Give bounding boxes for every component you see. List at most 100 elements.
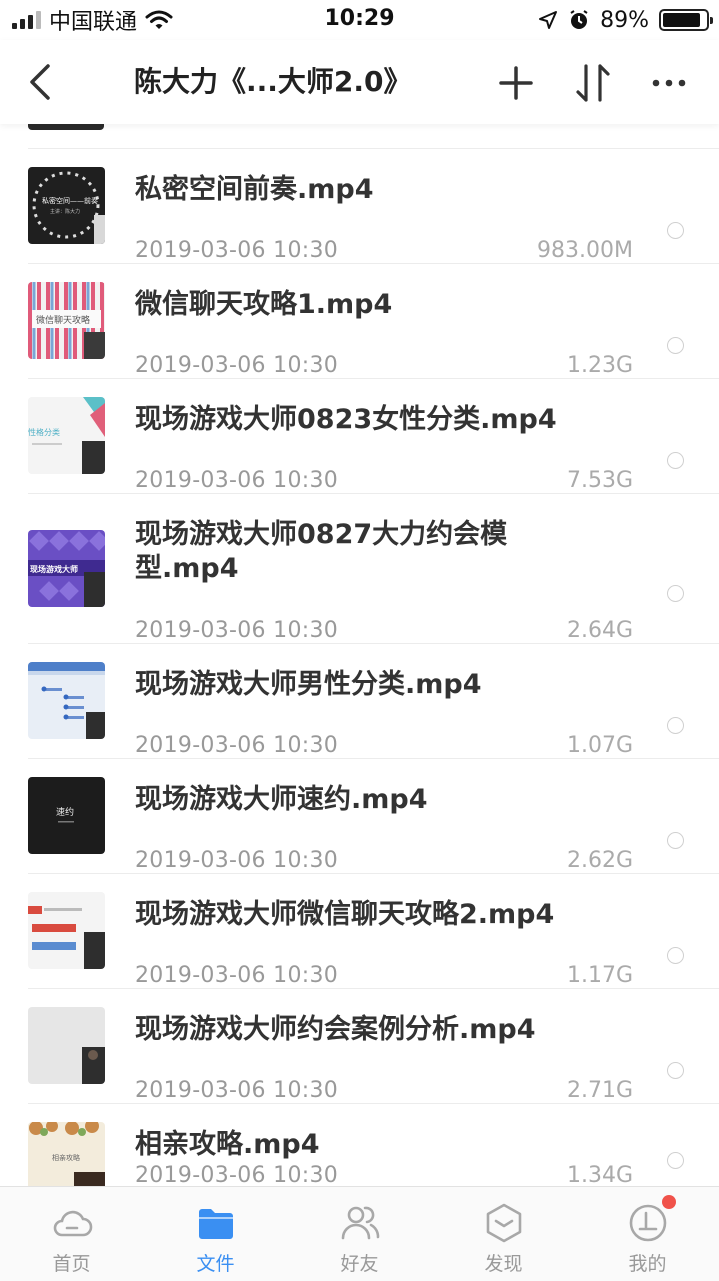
file-size: 983.00M — [537, 238, 633, 263]
battery-fill — [663, 13, 700, 27]
file-name: 微信聊天攻略1.mp4 — [135, 289, 393, 320]
thumbnail-art: 现场游戏大师 — [28, 531, 105, 607]
friends-icon — [341, 1206, 379, 1240]
battery-percent: 89% — [600, 7, 649, 33]
thumbnail-text: 私密空间——前奏 — [42, 196, 98, 205]
thumbnail-subtext: 主讲：陈大力 — [50, 208, 80, 215]
thumbnail-art: 私密空间——前奏 主讲：陈大力 — [32, 171, 105, 244]
sort-icon[interactable] — [573, 62, 613, 104]
alarm-icon — [570, 10, 588, 29]
tab-home[interactable]: 首页 — [0, 1187, 143, 1281]
file-row[interactable]: 速约 现场游戏大师速约.mp4 2019-03-06 10:30 2.62G — [0, 758, 719, 873]
file-name: 现场游戏大师0823女性分类.mp4 — [135, 404, 557, 435]
file-date: 2019-03-06 10:30 — [135, 618, 339, 643]
select-radio[interactable] — [667, 452, 684, 469]
tab-label: 好友 — [340, 1253, 379, 1275]
notification-badge — [662, 1195, 676, 1209]
select-radio[interactable] — [667, 222, 684, 239]
tab-label: 文件 — [196, 1253, 235, 1275]
file-date: 2019-03-06 10:30 — [135, 963, 339, 988]
file-row[interactable]: 现场游戏大师 现场游戏大师0827大力约会模型.mp4 2019-03-06 1… — [0, 493, 719, 643]
tab-profile[interactable]: 我的 — [576, 1187, 719, 1281]
thumbnail-text: 速约 — [56, 806, 74, 818]
add-icon[interactable] — [495, 62, 537, 104]
tab-label: 我的 — [628, 1253, 667, 1275]
file-name: 现场游戏大师0827大力约会模型.mp4 — [135, 519, 508, 584]
video-thumbnail — [28, 1007, 105, 1084]
tab-bar: 首页 文件 好友 发现 我的 — [0, 1186, 719, 1281]
video-thumbnail: 现场游戏大师 — [28, 530, 105, 607]
video-thumbnail — [28, 662, 105, 739]
thumbnail-art: 性格分类 — [28, 397, 105, 474]
tab-discover[interactable]: 发现 — [432, 1187, 575, 1281]
folder-icon — [198, 1209, 233, 1239]
battery-icon — [659, 9, 713, 31]
location-arrow-icon — [539, 11, 558, 29]
file-date: 2019-03-06 10:30 — [135, 733, 339, 758]
file-date: 2019-03-06 10:30 — [135, 353, 339, 378]
video-thumbnail: 相亲攻略 — [28, 1122, 105, 1186]
file-size: 1.17G — [566, 963, 633, 988]
page-title: 陈大力《...大师2.0》 — [134, 65, 412, 98]
file-size: 1.34G — [566, 1163, 633, 1186]
file-row[interactable]: 相亲攻略 相亲攻略.mp4 2019-03-06 10:30 1.34G — [0, 1103, 719, 1186]
video-thumbnail — [28, 892, 105, 969]
file-size: 1.07G — [566, 733, 633, 758]
video-thumbnail: 性格分类 — [28, 397, 105, 474]
thumbnail-text: 相亲攻略 — [52, 1153, 80, 1162]
file-size: 2.71G — [566, 1078, 633, 1103]
file-date: 2019-03-06 10:30 — [135, 238, 339, 263]
file-size: 7.53G — [566, 468, 633, 493]
thumbnail-art — [28, 662, 105, 739]
select-radio[interactable] — [667, 585, 684, 602]
video-thumbnail: 私密空间——前奏 主讲：陈大力 — [28, 167, 105, 244]
select-radio[interactable] — [667, 337, 684, 354]
file-name: 现场游戏大师男性分类.mp4 — [135, 669, 482, 700]
thumbnail-art — [28, 906, 105, 969]
thumbnail-text: 微信聊天攻略 — [36, 314, 90, 326]
file-name: 现场游戏大师微信聊天攻略2.mp4 — [135, 899, 555, 930]
file-size: 2.64G — [566, 618, 633, 643]
cloud-home-icon — [53, 1210, 92, 1237]
thumbnail-text: 性格分类 — [28, 427, 60, 437]
back-icon[interactable] — [22, 62, 62, 102]
file-name: 现场游戏大师速约.mp4 — [135, 784, 428, 815]
file-row[interactable]: 微信聊天攻略 微信聊天攻略1.mp4 2019-03-06 10:30 1.23… — [0, 263, 719, 378]
file-row[interactable]: 私密空间——前奏 主讲：陈大力 私密空间前奏.mp4 2019-03-06 10… — [0, 148, 719, 263]
file-list[interactable]: 私密空间——前奏 主讲：陈大力 私密空间前奏.mp4 2019-03-06 10… — [0, 124, 719, 1186]
partial-thumbnail — [28, 124, 104, 130]
file-size: 2.62G — [566, 848, 633, 873]
select-radio[interactable] — [667, 717, 684, 734]
thumbnail-text: 现场游戏大师 — [30, 564, 78, 574]
select-radio[interactable] — [667, 1062, 684, 1079]
discover-icon — [486, 1203, 521, 1243]
file-size: 1.23G — [566, 353, 633, 378]
file-name: 现场游戏大师约会案例分析.mp4 — [135, 1014, 536, 1045]
nav-bar: 陈大力《...大师2.0》 — [0, 40, 719, 124]
thumbnail-art: 微信聊天攻略 — [28, 282, 105, 359]
thumbnail-art: 速约 — [56, 806, 74, 823]
tab-label: 发现 — [484, 1253, 523, 1275]
file-date: 2019-03-06 10:30 — [135, 848, 339, 873]
tab-label: 首页 — [52, 1253, 91, 1275]
profile-icon — [629, 1204, 666, 1242]
select-radio[interactable] — [667, 947, 684, 964]
select-radio[interactable] — [667, 832, 684, 849]
file-date: 2019-03-06 10:30 — [135, 1078, 339, 1103]
select-radio[interactable] — [667, 1152, 684, 1169]
thumbnail-art — [82, 1047, 105, 1084]
file-row[interactable]: 现场游戏大师男性分类.mp4 2019-03-06 10:30 1.07G — [0, 643, 719, 758]
status-right: 89% — [538, 6, 713, 34]
file-row[interactable]: 现场游戏大师微信聊天攻略2.mp4 2019-03-06 10:30 1.17G — [0, 873, 719, 988]
file-name: 相亲攻略.mp4 — [135, 1129, 320, 1160]
file-name: 私密空间前奏.mp4 — [135, 174, 374, 205]
file-row[interactable]: 性格分类 现场游戏大师0823女性分类.mp4 2019-03-06 10:30… — [0, 378, 719, 493]
more-icon[interactable] — [648, 62, 690, 104]
tab-friends[interactable]: 好友 — [288, 1187, 431, 1281]
video-thumbnail: 微信聊天攻略 — [28, 282, 105, 359]
file-row[interactable]: 现场游戏大师约会案例分析.mp4 2019-03-06 10:30 2.71G — [0, 988, 719, 1103]
status-bar: 中国联通 10:29 89% — [0, 0, 719, 40]
video-thumbnail: 速约 — [28, 777, 105, 854]
thumbnail-art: 相亲攻略 — [29, 1122, 105, 1186]
tab-files[interactable]: 文件 — [144, 1187, 287, 1281]
